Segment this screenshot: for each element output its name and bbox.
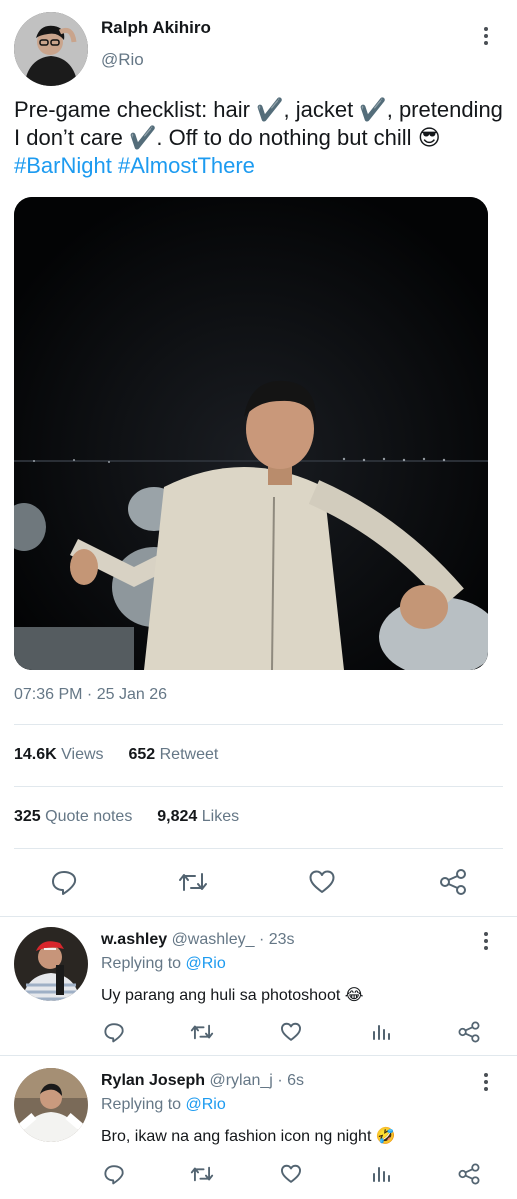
- reply-item[interactable]: w.ashley @washley_ · 23s Replying to @Ri…: [0, 917, 517, 1055]
- check-mark-emoji: ✔️: [128, 125, 157, 150]
- likes-stat[interactable]: 9,824 Likes: [157, 808, 239, 825]
- hashtag-link[interactable]: #BarNight: [14, 153, 112, 178]
- views-icon: [373, 1167, 390, 1182]
- post-header: Ralph Akihiro @Rio: [14, 12, 504, 86]
- reply-text: Bro, ikaw na ang fashion icon ng night 🤣: [101, 1128, 396, 1145]
- reply-button[interactable]: [101, 1161, 127, 1187]
- share-button[interactable]: [456, 1019, 482, 1045]
- post-action-bar: [0, 862, 517, 902]
- hashtag-link[interactable]: #AlmostThere: [118, 153, 255, 178]
- replying-to-line: Replying to @Rio: [101, 1096, 226, 1114]
- replying-to-handle-link[interactable]: @Rio: [186, 1096, 226, 1113]
- likes-label: Likes: [201, 808, 240, 825]
- views-button[interactable]: [368, 1161, 394, 1187]
- stats-row-views-retweets: 14.6K Views 652 Retweet: [14, 746, 218, 764]
- divider: [14, 786, 503, 787]
- views-count: 14.6K: [14, 746, 57, 763]
- reply-icon: [52, 871, 77, 895]
- post-timestamp: 07:36 PM · 25 Jan 26: [14, 686, 167, 703]
- retweet-icon: [190, 1166, 214, 1182]
- reply-author-handle[interactable]: @washley_: [172, 931, 255, 948]
- heart-icon: [281, 1022, 301, 1041]
- author-avatar[interactable]: [14, 12, 88, 86]
- share-button[interactable]: [436, 866, 470, 898]
- post-text-segment: , jacket: [283, 97, 360, 122]
- likes-count: 9,824: [157, 808, 198, 825]
- retweet-icon: [179, 873, 207, 891]
- reply-button[interactable]: [48, 866, 80, 898]
- post-text-segment: Pre-game checklist: hair: [14, 97, 257, 122]
- share-icon: [440, 869, 466, 895]
- reply-time: · 6s: [277, 1072, 304, 1089]
- replying-to-line: Replying to @Rio: [101, 955, 226, 973]
- retweet-count: 652: [128, 746, 156, 763]
- more-vertical-icon: [484, 27, 488, 31]
- like-button[interactable]: [278, 1019, 304, 1045]
- reply-author-line: w.ashley @washley_ · 23s: [101, 931, 295, 949]
- author-handle[interactable]: @Rio: [101, 50, 144, 70]
- reply-author-handle[interactable]: @rylan_j: [209, 1072, 272, 1089]
- reply-avatar[interactable]: [14, 927, 88, 1001]
- share-icon: [458, 1163, 480, 1185]
- quote-stat[interactable]: 325 Quote notes: [14, 808, 132, 825]
- retweet-button[interactable]: [176, 866, 210, 898]
- post-text: Pre-game checklist: hair ✔️, jacket ✔️, …: [14, 96, 504, 180]
- reply-icon: [104, 1023, 124, 1043]
- reply-author-line: Rylan Joseph @rylan_j · 6s: [101, 1072, 304, 1090]
- sunglasses-emoji: 😎: [417, 125, 441, 150]
- quote-count: 325: [14, 808, 41, 825]
- replying-to-label: Replying to: [101, 955, 182, 972]
- reply-time: · 23s: [258, 931, 295, 948]
- more-vertical-icon: [484, 932, 488, 936]
- reply-author-name[interactable]: w.ashley: [101, 931, 167, 948]
- like-button[interactable]: [278, 1161, 304, 1187]
- divider: [14, 848, 503, 849]
- post-text-segment: . Off to do nothing but chill: [156, 125, 418, 150]
- views-button[interactable]: [368, 1019, 394, 1045]
- reply-more-options-button[interactable]: [476, 1068, 496, 1096]
- reply-text: Uy parang ang huli sa photoshoot 😂: [101, 987, 364, 1004]
- retweet-button[interactable]: [188, 1019, 216, 1045]
- retweet-stat[interactable]: 652 Retweet: [128, 746, 218, 763]
- replying-to-handle-link[interactable]: @Rio: [186, 955, 226, 972]
- views-label: Views: [61, 746, 104, 763]
- stats-row-quotes-likes: 325 Quote notes 9,824 Likes: [14, 808, 239, 826]
- reply-button[interactable]: [101, 1019, 127, 1045]
- reply-item[interactable]: Rylan Joseph @rylan_j · 6s Replying to @…: [0, 1056, 517, 1199]
- check-mark-emoji: ✔️: [256, 97, 284, 122]
- replying-to-label: Replying to: [101, 1096, 182, 1113]
- retweet-label: Retweet: [159, 746, 219, 763]
- like-button[interactable]: [306, 866, 338, 898]
- reply-more-options-button[interactable]: [476, 927, 496, 955]
- author-name[interactable]: Ralph Akihiro: [101, 18, 211, 38]
- share-icon: [458, 1021, 480, 1043]
- reply-avatar[interactable]: [14, 1068, 88, 1142]
- check-mark-emoji: ✔️: [359, 97, 387, 122]
- views-stat[interactable]: 14.6K Views: [14, 746, 104, 763]
- more-options-button[interactable]: [476, 22, 496, 50]
- reply-icon: [104, 1165, 124, 1185]
- retweet-icon: [190, 1024, 214, 1040]
- divider: [14, 724, 503, 725]
- views-icon: [373, 1025, 390, 1040]
- heart-icon: [309, 870, 335, 893]
- quote-label: Quote notes: [45, 808, 133, 825]
- retweet-button[interactable]: [188, 1161, 216, 1187]
- reply-author-name[interactable]: Rylan Joseph: [101, 1072, 205, 1089]
- more-vertical-icon: [484, 1073, 488, 1077]
- heart-icon: [281, 1164, 301, 1183]
- share-button[interactable]: [456, 1161, 482, 1187]
- post-photo[interactable]: [14, 197, 488, 670]
